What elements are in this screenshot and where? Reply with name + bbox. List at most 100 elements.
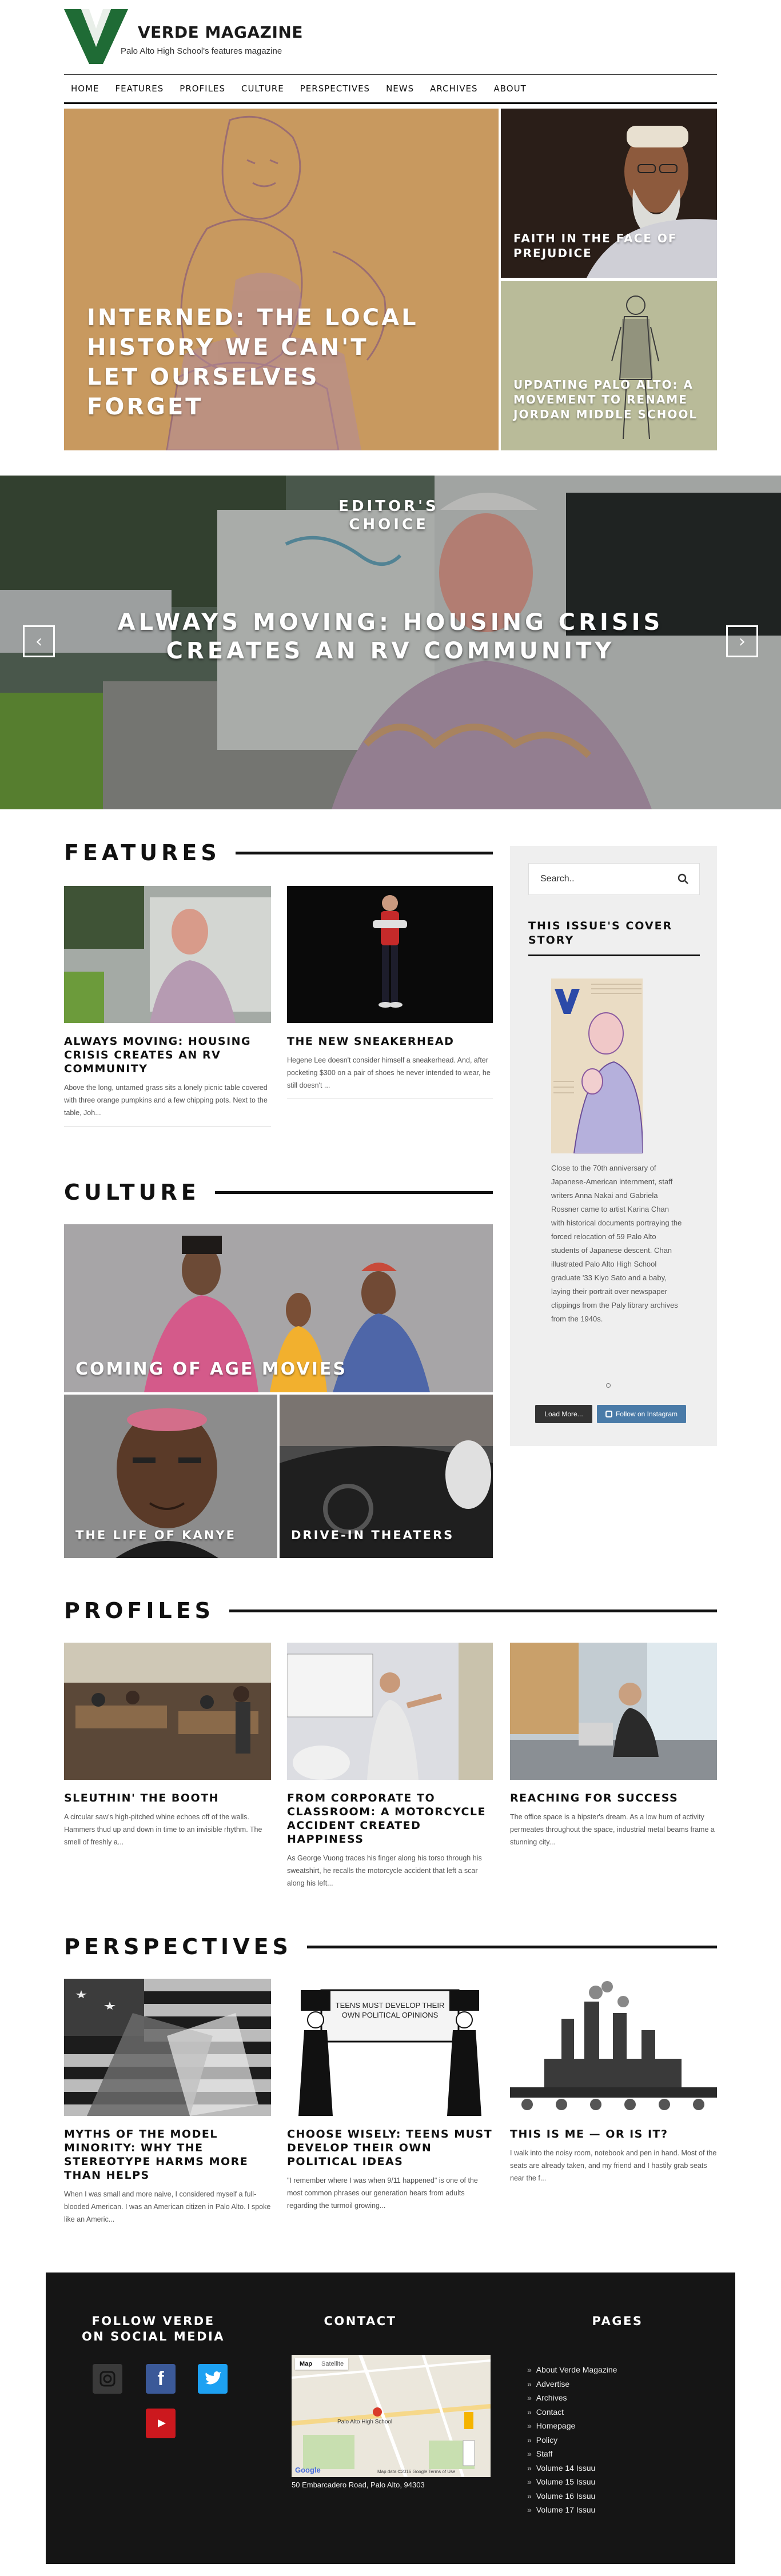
hero-main-title[interactable]: INTERNED: THE LOCAL HISTORY WE CAN'T LET…	[87, 303, 430, 422]
site-title[interactable]: VERDE MAGAZINE	[138, 23, 303, 42]
feature-card-excerpt: Hegene Lee doesn't consider himself a sn…	[287, 1056, 491, 1089]
footer-page-link[interactable]: Archives	[527, 2391, 617, 2405]
slider-prev-button[interactable]: ‹	[23, 625, 55, 657]
culture-heading-rule	[214, 1191, 493, 1194]
footer-page-link[interactable]: Advertise	[527, 2377, 617, 2391]
hero-side-top-tile[interactable]: FAITH IN THE FACE OF PREJUDICE	[501, 109, 717, 278]
contact-map[interactable]: Map Satellite Palo Alto High School Goog…	[292, 2355, 491, 2477]
perspectives-heading-text[interactable]: PERSPECTIVES	[64, 1934, 292, 1959]
culture-tile-title[interactable]: DRIVE-IN THEATERS	[291, 1528, 454, 1542]
feature-card[interactable]: THE NEW SNEAKERHEAD Hegene Lee doesn't c…	[287, 886, 493, 1099]
footer-page-link[interactable]: Homepage	[527, 2419, 617, 2433]
hero-side-top-title[interactable]: FAITH IN THE FACE OF PREJUDICE	[513, 231, 708, 261]
follow-instagram-label: Follow on Instagram	[615, 1410, 678, 1418]
slider-next-button[interactable]: ›	[726, 625, 758, 657]
jordan-illustration	[501, 281, 717, 450]
map-tab-satellite[interactable]: Satellite	[317, 2358, 348, 2370]
follow-instagram-button[interactable]: Follow on Instagram	[597, 1405, 686, 1423]
footer-page-link[interactable]: Contact	[527, 2405, 617, 2419]
perspective-card-image[interactable]	[510, 1979, 717, 2116]
google-logo: Google	[295, 2466, 321, 2474]
feature-card-excerpt: Above the long, untamed grass sits a lon…	[64, 1084, 268, 1117]
map-tab-map[interactable]: Map	[295, 2358, 317, 2370]
feature-card[interactable]: ALWAYS MOVING: HOUSING CRISIS CREATES AN…	[64, 886, 271, 1127]
search-input[interactable]: Search..	[528, 863, 700, 895]
perspective-card[interactable]: THIS IS ME — OR IS IT? I walk into the n…	[510, 1979, 717, 2184]
contact-address: 50 Embarcadero Road, Palo Alto, 94303	[292, 2481, 425, 2489]
editors-choice-label: EDITOR'S CHOICE	[338, 498, 439, 533]
hero-side-bottom-tile[interactable]: UPDATING PALO ALTO: A MOVEMENT TO RENAME…	[501, 281, 717, 450]
site-header: VERDE MAGAZINE Palo Alto High School's f…	[64, 0, 717, 106]
culture-tile-kanye[interactable]: THE LIFE OF KANYE	[64, 1395, 277, 1558]
footer-page-link[interactable]: About Verde Magazine	[527, 2363, 617, 2377]
site-tagline: Palo Alto High School's features magazin…	[121, 46, 282, 56]
load-more-button[interactable]: Load More...	[535, 1405, 592, 1423]
culture-heading-text[interactable]: CULTURE	[64, 1180, 200, 1205]
features-heading-text[interactable]: FEATURES	[64, 840, 221, 865]
nav-archives[interactable]: ARCHIVES	[422, 74, 485, 103]
culture-heading: CULTURE	[64, 1180, 493, 1205]
perspective-card-excerpt: I walk into the noisy room, notebook and…	[510, 2149, 717, 2182]
footer-page-link[interactable]: Volume 14 Issuu	[527, 2461, 617, 2475]
culture-tile-drive-in[interactable]: DRIVE-IN THEATERS	[280, 1395, 493, 1558]
facebook-icon[interactable]: f	[146, 2364, 176, 2394]
verde-logo-icon[interactable]	[64, 9, 128, 64]
search-icon[interactable]	[678, 873, 689, 885]
profile-card-title[interactable]: FROM CORPORATE TO CLASSROOM: A MOTORCYCL…	[287, 1791, 493, 1846]
nav-home[interactable]: HOME	[64, 74, 107, 103]
perspective-card-image[interactable]: TEENS MUST DEVELOP THEIR OWN POLITICAL O…	[287, 1979, 493, 2116]
feature-card-title[interactable]: ALWAYS MOVING: HOUSING CRISIS CREATES AN…	[64, 1035, 271, 1076]
cover-story-heading: THIS ISSUE'S COVER STORY	[528, 919, 700, 956]
uncle-sam-illustration	[287, 1979, 493, 2116]
feature-card-divider	[64, 1126, 271, 1127]
map-school-label: Palo Alto High School	[337, 2419, 393, 2425]
nav-features[interactable]: FEATURES	[107, 74, 172, 103]
sneakerhead-thumb	[287, 886, 493, 1023]
hero-side-bottom-title[interactable]: UPDATING PALO ALTO: A MOVEMENT TO RENAME…	[513, 377, 702, 422]
perspective-card-title[interactable]: MYTHS OF THE MODEL MINORITY: WHY THE STE…	[64, 2127, 271, 2182]
culture-tile-title[interactable]: THE LIFE OF KANYE	[75, 1528, 236, 1542]
load-more-label: Load More...	[544, 1410, 583, 1418]
footer-page-link[interactable]: Volume 17 Issuu	[527, 2503, 617, 2517]
profile-card[interactable]: SLEUTHIN' THE BOOTH A circular saw's hig…	[64, 1643, 271, 1848]
perspective-card[interactable]: MYTHS OF THE MODEL MINORITY: WHY THE STE…	[64, 1979, 271, 2226]
footer-page-link[interactable]: Volume 15 Issuu	[527, 2475, 617, 2489]
nav-profiles[interactable]: PROFILES	[172, 74, 233, 103]
editors-choice-title[interactable]: ALWAYS MOVING: HOUSING CRISIS CREATES AN…	[86, 608, 695, 665]
feature-card-image[interactable]	[64, 886, 271, 1023]
perspective-card[interactable]: TEENS MUST DEVELOP THEIR OWN POLITICAL O…	[287, 1979, 493, 2212]
perspective-card-title[interactable]: THIS IS ME — OR IS IT?	[510, 2127, 717, 2141]
footer-page-link[interactable]: Policy	[527, 2433, 617, 2447]
features-heading: FEATURES	[64, 840, 493, 865]
profile-card-image[interactable]	[510, 1643, 717, 1780]
footer-page-link[interactable]: Staff	[527, 2447, 617, 2461]
profile-card[interactable]: REACHING FOR SUCCESS The office space is…	[510, 1643, 717, 1848]
profile-card-image[interactable]	[287, 1643, 493, 1780]
culture-tile-title[interactable]: COMING OF AGE MOVIES	[75, 1359, 347, 1379]
footer-pages-heading: PAGES	[592, 2314, 643, 2328]
editors-choice-slider[interactable]: EDITOR'S CHOICE ALWAYS MOVING: HOUSING C…	[0, 476, 781, 809]
cover-image[interactable]	[551, 979, 643, 1153]
office-photo	[510, 1643, 717, 1780]
profile-card-title[interactable]: REACHING FOR SUCCESS	[510, 1791, 717, 1805]
nav-culture[interactable]: CULTURE	[233, 74, 292, 103]
profile-card-title[interactable]: SLEUTHIN' THE BOOTH	[64, 1791, 271, 1805]
nav-about[interactable]: ABOUT	[486, 74, 535, 103]
nav-perspectives[interactable]: PERSPECTIVES	[292, 74, 378, 103]
hero-main-tile[interactable]: INTERNED: THE LOCAL HISTORY WE CAN'T LET…	[64, 109, 499, 450]
perspective-card-title[interactable]: CHOOSE WISELY: TEENS MUST DEVELOP THEIR …	[287, 2127, 493, 2168]
perspective-card-image[interactable]	[64, 1979, 271, 2116]
nav-news[interactable]: NEWS	[378, 74, 422, 103]
twitter-icon[interactable]	[198, 2364, 228, 2394]
feature-card-image[interactable]	[287, 886, 493, 1023]
profile-card-image[interactable]	[64, 1643, 271, 1780]
footer-pages-list: About Verde Magazine Advertise Archives …	[527, 2363, 617, 2517]
profile-card[interactable]: FROM CORPORATE TO CLASSROOM: A MOTORCYCL…	[287, 1643, 493, 1890]
feature-card-title[interactable]: THE NEW SNEAKERHEAD	[287, 1035, 493, 1048]
culture-tile-coming-of-age[interactable]: COMING OF AGE MOVIES	[64, 1224, 493, 1392]
profiles-heading-text[interactable]: PROFILES	[64, 1598, 214, 1623]
youtube-icon[interactable]	[146, 2409, 176, 2438]
model-minority-illustration	[64, 1979, 271, 2116]
instagram-icon[interactable]	[93, 2364, 122, 2394]
footer-page-link[interactable]: Volume 16 Issuu	[527, 2489, 617, 2503]
